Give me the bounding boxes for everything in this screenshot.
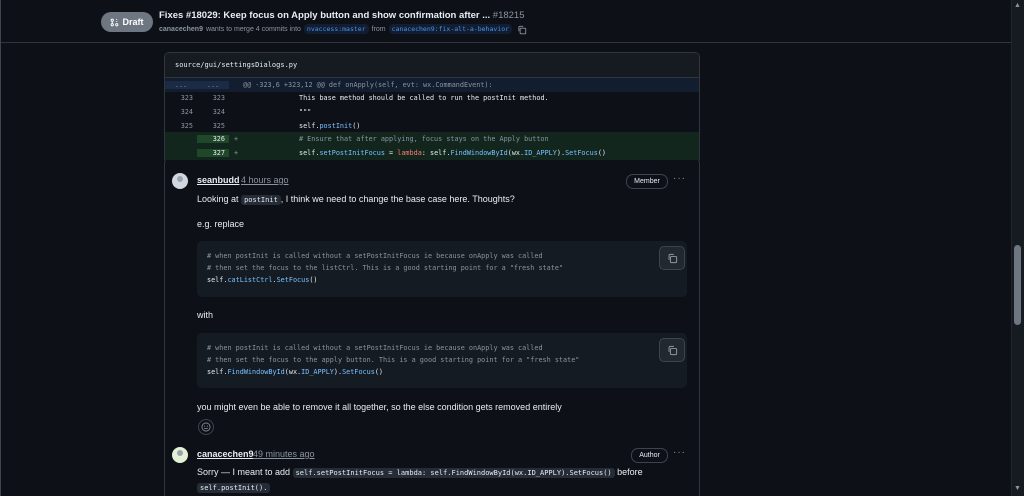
comment-paragraph: e.g. replace [197,219,245,229]
code-line: # when postInit is called without a setP… [207,344,543,352]
scroll-down-arrow-icon[interactable]: ▼ [1014,485,1021,492]
merge-text: wants to merge 4 commits into [205,25,301,33]
code-line: self.FindWindowById(wx.ID_APPLY).SetFocu… [207,368,384,376]
comment-paragraph: Looking at postInit, I think we need to … [197,194,515,205]
pr-number: #18215 [492,10,525,21]
new-line-number[interactable]: 327 [197,148,229,157]
pr-title[interactable]: Fixes #18029: Keep focus on Apply button… [159,10,525,21]
new-line-number[interactable]: 323 [197,94,229,102]
code-line: self.catListCtrl.SetFocus() [207,276,318,284]
copy-icon [668,253,677,263]
code-block: # when postInit is called without a setP… [197,333,687,388]
comment-time[interactable]: 4 hours ago [241,175,289,185]
avatar[interactable] [172,447,188,463]
copy-code-button[interactable] [659,246,685,270]
smiley-icon [201,422,211,432]
comment-paragraph: self.postInit(). [197,482,271,493]
comment-author[interactable]: seanbudd [197,175,240,185]
diff-code: self.postInit() [299,121,361,130]
member-badge: Member [626,174,668,189]
add-reaction-button[interactable] [198,419,214,435]
diff-code: # Ensure that after applying, focus stay… [299,135,549,144]
diff-code: """ [299,107,312,116]
copy-code-button[interactable] [659,338,685,362]
head-branch[interactable]: canacechen9:fix-alt-a-behavior [388,24,513,34]
new-line-number[interactable]: 326 [197,135,229,144]
hunk-text: @@ -323,6 +323,12 @@ def onApply(self, e… [243,80,493,89]
file-path[interactable]: source/gui/settingsDialogs.py [165,53,699,78]
draft-pr-icon [111,18,119,26]
scroll-up-arrow-icon[interactable]: ▲ [1014,2,1021,9]
comment-paragraph: Sorry — I meant to add self.setPostInitF… [197,467,643,478]
inline-code: postInit [241,195,281,205]
diff-file: source/gui/settingsDialogs.py ... ... @@… [164,52,700,164]
more-options-icon[interactable]: ··· [673,447,686,458]
diff-line: 325 325 self.postInit() [165,119,699,133]
new-line-number[interactable]: 324 [197,108,229,116]
diff-line: 324 324 """ [165,105,699,119]
scrollbar-thumb[interactable] [1014,245,1021,325]
old-line-number[interactable]: 323 [165,94,197,102]
diff-code: This base method should be called to run… [299,94,549,103]
pr-sticky-header: Draft Fixes #18029: Keep focus on Apply … [1,0,1011,43]
diff-code: self.setPostInitFocus = lambda: self.Fin… [299,148,606,157]
comment-author[interactable]: canacechen9 [197,449,254,459]
copy-icon [668,345,677,355]
author-badge: Author [631,448,668,463]
hunk-left-expand[interactable]: ... [165,80,197,89]
draft-badge: Draft [101,12,153,32]
new-line-number[interactable]: 325 [197,122,229,130]
hunk-header[interactable]: ... ... @@ -323,6 +323,12 @@ def onApply… [165,78,699,92]
copy-branch-icon[interactable] [517,25,527,34]
old-line-number[interactable]: 324 [165,108,197,116]
diff-line: 323 323 This base method should be calle… [165,92,699,106]
code-line: # when postInit is called without a setP… [207,252,543,260]
draft-label: Draft [122,17,144,27]
code-line: # then set the focus to the listCtrl. Th… [207,264,564,272]
old-line-number[interactable]: 325 [165,122,197,130]
inline-code: self.postInit(). [197,483,271,493]
comment-time[interactable]: 49 minutes ago [253,449,315,459]
code-block: # when postInit is called without a setP… [197,241,687,297]
inline-code: self.setPostInitFocus = lambda: self.Fin… [292,468,615,478]
hunk-right-expand[interactable]: ... [197,80,229,89]
pr-subtitle: canacechen9 wants to merge 4 commits int… [159,24,527,34]
pr-author-link[interactable]: canacechen9 [159,26,203,33]
window-border [0,0,1,496]
from-text: from [371,25,386,33]
diff-line-added: 327 + self.setPostInitFocus = lambda: se… [165,145,699,160]
base-branch[interactable]: nvaccess:master [303,24,369,34]
comment-paragraph: with [197,310,214,320]
review-thread [164,162,700,496]
pr-title-text[interactable]: Fixes #18029: Keep focus on Apply button… [159,10,490,21]
code-line: # then set the focus to the apply button… [207,356,580,364]
comment-paragraph: you might even be able to remove it all … [197,402,562,412]
avatar[interactable] [172,173,188,189]
more-options-icon[interactable]: ··· [673,173,686,184]
diff-line-added: 326 + # Ensure that after applying, focu… [165,132,699,146]
